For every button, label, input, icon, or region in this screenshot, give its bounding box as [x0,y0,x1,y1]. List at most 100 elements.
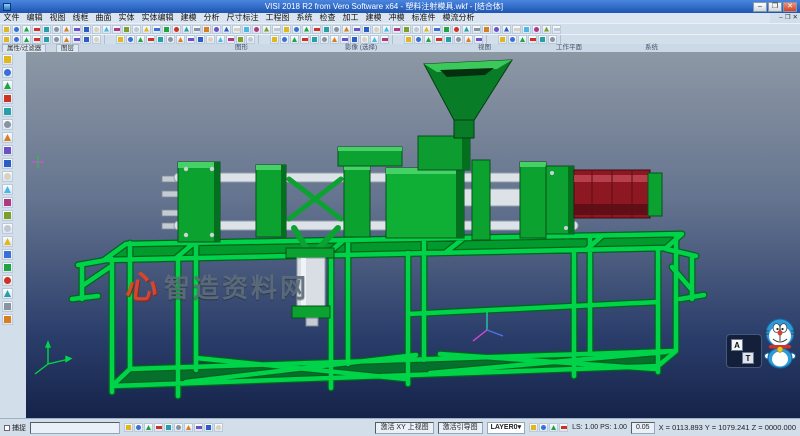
toolbar-icon[interactable] [124,423,133,432]
toolbar-icon[interactable] [246,35,255,44]
toolbar-icon[interactable] [2,288,13,299]
toolbar-icon[interactable] [2,25,11,34]
menu-item-4[interactable]: 曲面 [92,13,115,23]
tab-properties-filter[interactable]: 属性/过滤器 [2,44,46,52]
toolbar-icon[interactable] [206,35,215,44]
menu-item-5[interactable]: 实体 [115,13,138,23]
toolbar-icon[interactable] [92,35,101,44]
toolbar-icon[interactable] [62,35,71,44]
toolbar-icon[interactable] [226,35,235,44]
toolbar-icon[interactable] [62,25,71,34]
toolbar-icon[interactable] [332,25,341,34]
menu-item-13[interactable]: 加工 [339,13,362,23]
toolbar-icon[interactable] [330,35,339,44]
toolbar-icon[interactable] [176,35,185,44]
tab-layers[interactable]: 图层 [56,44,79,52]
menu-item-12[interactable]: 检查 [316,13,339,23]
toolbar-icon[interactable] [182,25,191,34]
toolbar-icon[interactable] [522,25,531,34]
toolbar-icon[interactable] [92,25,101,34]
toolbar-icon[interactable] [360,35,369,44]
toolbar-icon[interactable] [2,249,13,260]
menu-item-1[interactable]: 编辑 [23,13,46,23]
toolbar-icon[interactable] [2,171,13,182]
toolbar-icon[interactable] [404,35,413,44]
menu-item-6[interactable]: 实体编辑 [138,13,177,23]
toolbar-icon[interactable] [2,301,13,312]
toolbar-icon[interactable] [142,25,151,34]
toolbar-icon[interactable] [270,35,279,44]
toolbar-icon[interactable] [204,423,213,432]
toolbar-icon[interactable] [548,35,557,44]
menu-item-9[interactable]: 尺寸标注 [223,13,262,23]
toolbar-icon[interactable] [262,25,271,34]
toolbar-icon[interactable] [538,35,547,44]
toolbar-icon[interactable] [2,145,13,156]
toolbar-icon[interactable] [380,35,389,44]
view-cube[interactable]: A T [726,334,762,368]
toolbar-icon[interactable] [464,35,473,44]
toolbar-icon[interactable] [82,25,91,34]
toolbar-icon[interactable] [132,25,141,34]
toolbar-icon[interactable] [154,423,163,432]
toolbar-icon[interactable] [2,197,13,208]
toolbar-icon[interactable] [212,25,221,34]
toolbar-icon[interactable] [559,423,568,432]
toolbar-icon[interactable] [280,35,289,44]
view-cube-face-a[interactable]: A [731,339,743,351]
mdi-minimize-button[interactable]: – [779,13,783,23]
toolbar-icon[interactable] [2,80,13,91]
toolbar-icon[interactable] [72,25,81,34]
toolbar-icon[interactable] [122,25,131,34]
toolbar-icon[interactable] [292,25,301,34]
toolbar-icon[interactable] [2,158,13,169]
toolbar-icon[interactable] [2,262,13,273]
menu-item-11[interactable]: 系统 [293,13,316,23]
toolbar-icon[interactable] [434,35,443,44]
toolbar-icon[interactable] [528,35,537,44]
toolbar-icon[interactable] [32,35,41,44]
toolbar-icon[interactable] [214,423,223,432]
toolbar-icon[interactable] [310,35,319,44]
toolbar-icon[interactable] [2,314,13,325]
toolbar-icon[interactable] [552,25,561,34]
toolbar-icon[interactable] [302,25,311,34]
toolbar-icon[interactable] [242,25,251,34]
menu-item-0[interactable]: 文件 [0,13,23,23]
toolbar-icon[interactable] [442,25,451,34]
toolbar-icon[interactable] [202,25,211,34]
toolbar-icon[interactable] [144,423,153,432]
toolbar-icon[interactable] [164,423,173,432]
toolbar-icon[interactable] [196,35,205,44]
active-plane-field[interactable]: 激活引导图 [438,422,483,434]
toolbar-icon[interactable] [362,25,371,34]
viewport[interactable]: 心 智造资料网 A T [26,52,800,418]
toolbar-icon[interactable] [72,35,81,44]
toolbar-icon[interactable] [272,25,281,34]
view-cube-face-t[interactable]: T [742,352,754,364]
toolbar-icon[interactable] [352,25,361,34]
toolbar-icon[interactable] [472,25,481,34]
toolbar-icon[interactable] [372,25,381,34]
menu-item-17[interactable]: 模流分析 [439,13,478,23]
toolbar-icon[interactable] [2,223,13,234]
toolbar-icon[interactable] [532,25,541,34]
toolbar-icon[interactable] [392,25,401,34]
menu-item-3[interactable]: 线框 [69,13,92,23]
toolbar-icon[interactable] [116,35,125,44]
toolbar-icon[interactable] [452,25,461,34]
toolbar-icon[interactable] [2,132,13,143]
toolbar-icon[interactable] [22,35,31,44]
menu-item-7[interactable]: 建模 [177,13,200,23]
toolbar-icon[interactable] [424,35,433,44]
maximize-button[interactable]: ❐ [768,2,782,12]
toolbar-icon[interactable] [432,25,441,34]
toolbar-icon[interactable] [512,25,521,34]
toolbar-icon[interactable] [252,25,261,34]
toolbar-icon[interactable] [482,25,491,34]
toolbar-icon[interactable] [52,25,61,34]
toolbar-icon[interactable] [549,423,558,432]
menu-item-8[interactable]: 分析 [200,13,223,23]
toolbar-icon[interactable] [340,35,349,44]
toolbar-icon[interactable] [414,35,423,44]
